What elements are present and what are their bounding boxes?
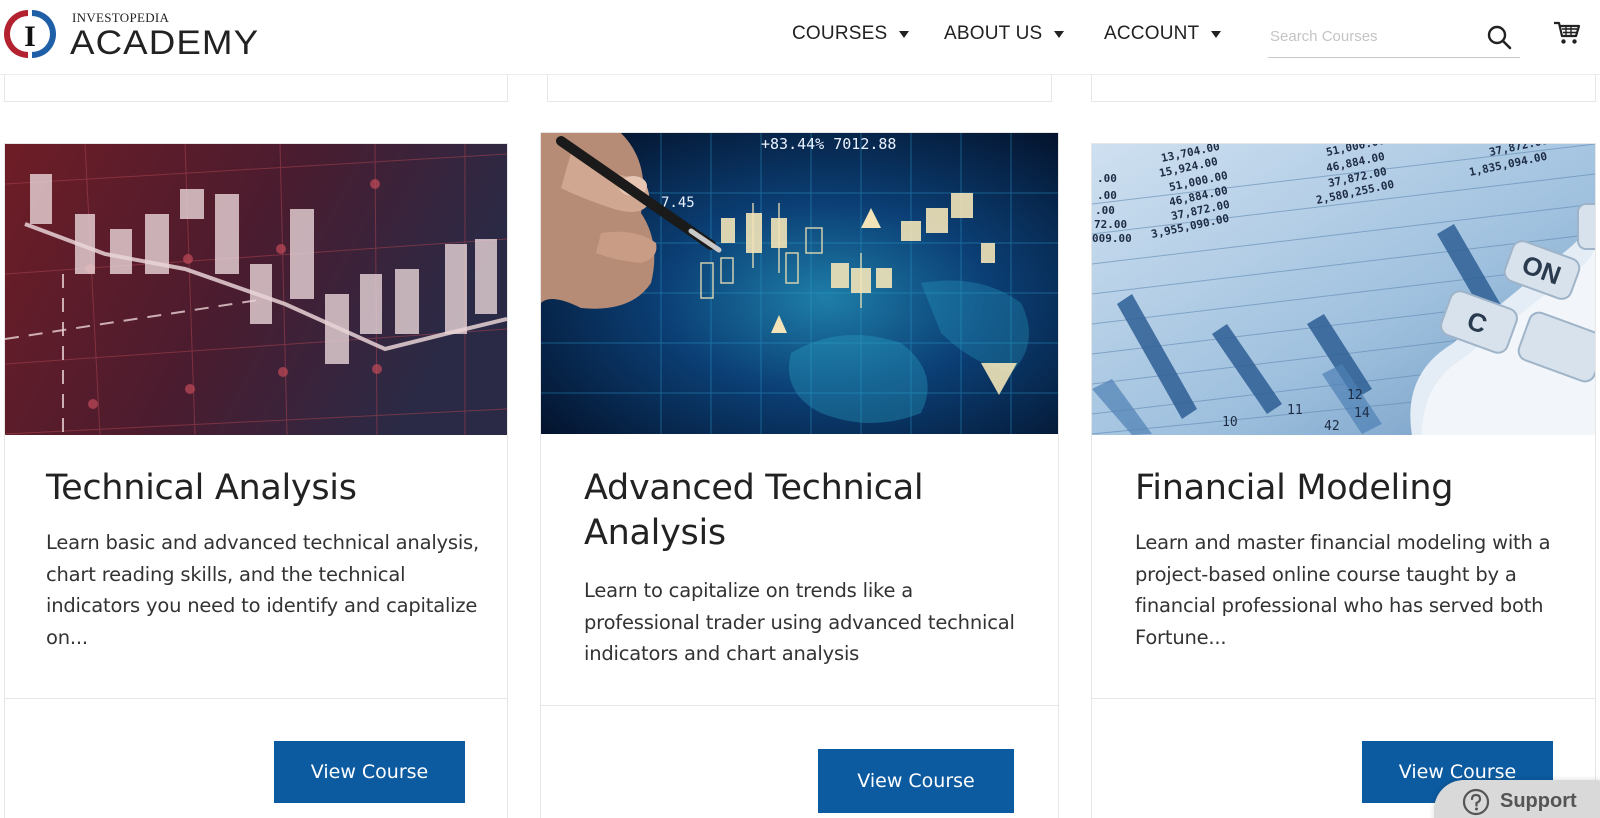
image-axis-label: 42: [1324, 419, 1340, 434]
svg-text:.00: .00: [1097, 189, 1117, 202]
svg-text:.00: .00: [1097, 172, 1117, 185]
card-divider: [1092, 698, 1595, 699]
image-axis-label: 11: [1287, 403, 1303, 418]
nav-about-us[interactable]: ABOUT US: [944, 20, 1065, 48]
search-bar: [1268, 16, 1520, 58]
course-card-advanced-technical-analysis: +83.44% 7012.88 7.45 Advanced Technical …: [540, 132, 1059, 818]
logo-mark-icon: I: [4, 10, 56, 58]
caret-down-icon: [899, 31, 910, 38]
card-divider: [541, 705, 1058, 706]
image-axis-label: 12: [1347, 388, 1363, 403]
course-title[interactable]: Technical Analysis: [46, 466, 476, 511]
question-circle-icon: [1462, 788, 1490, 816]
course-description: Learn and master financial modeling with…: [1135, 531, 1551, 649]
shopping-cart-icon[interactable]: [1553, 20, 1581, 46]
svg-text:72.00: 72.00: [1094, 218, 1127, 231]
course-image[interactable]: +83.44% 7012.88 7.45: [541, 133, 1058, 434]
nav-courses-label: COURSES: [792, 23, 888, 44]
spreadsheet-calculator-image: 13,704.00 15,924.00 51,000.00 46,884.00 …: [1092, 144, 1595, 435]
academy-logo[interactable]: I INVESTOPEDIA ACADEMY: [2, 6, 258, 62]
caret-down-icon: [1211, 31, 1222, 38]
course-catalog-page: I INVESTOPEDIA ACADEMY COURSES ABOUT US …: [0, 0, 1600, 818]
course-title[interactable]: Financial Modeling: [1135, 466, 1575, 511]
hand-pen-chart-image: +83.44% 7012.88 7.45: [541, 133, 1058, 434]
nav-about-label: ABOUT US: [944, 23, 1043, 44]
logo-name-big: ACADEMY: [70, 24, 260, 62]
caret-down-icon: [1054, 31, 1065, 38]
svg-text:009.00: 009.00: [1092, 232, 1132, 245]
image-axis-label: 10: [1222, 415, 1238, 430]
candlestick-chart-image: [5, 144, 507, 435]
course-description: Learn to capitalize on trends like a pro…: [584, 579, 1015, 665]
logo-letter: I: [24, 20, 36, 53]
course-card-financial-modeling: 13,704.00 15,924.00 51,000.00 46,884.00 …: [1091, 143, 1596, 818]
view-course-button[interactable]: View Course: [274, 741, 465, 803]
support-label: Support: [1500, 790, 1577, 812]
course-title[interactable]: Advanced Technical Analysis: [584, 466, 1024, 556]
image-ticker-text: +83.44% 7012.88: [761, 135, 896, 153]
course-description: Learn basic and advanced technical analy…: [46, 531, 480, 649]
nav-courses[interactable]: COURSES: [792, 20, 910, 48]
course-image[interactable]: [5, 144, 507, 435]
search-input[interactable]: [1270, 22, 1470, 50]
nav-account-label: ACCOUNT: [1104, 23, 1200, 44]
search-icon[interactable]: [1486, 24, 1512, 50]
nav-account[interactable]: ACCOUNT: [1104, 20, 1222, 48]
course-card-technical-analysis: Technical Analysis Learn basic and advan…: [4, 143, 508, 818]
course-image[interactable]: 13,704.00 15,924.00 51,000.00 46,884.00 …: [1092, 144, 1595, 435]
image-axis-label: 14: [1354, 406, 1370, 421]
view-course-button[interactable]: View Course: [818, 749, 1014, 813]
svg-text:.00: .00: [1095, 204, 1115, 217]
site-header: I INVESTOPEDIA ACADEMY COURSES ABOUT US …: [0, 0, 1600, 75]
card-divider: [5, 698, 507, 699]
support-widget-button[interactable]: Support: [1434, 780, 1600, 818]
